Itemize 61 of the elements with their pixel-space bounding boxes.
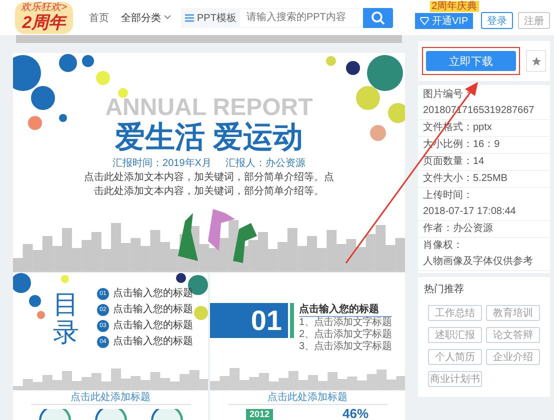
section-number: 01 [210,303,288,338]
section-title: 点击输入您的标题 [299,303,392,317]
download-button[interactable]: 立即下载 [426,51,516,71]
percent-value: 46% [342,407,369,420]
star-icon [530,56,542,66]
tag-button[interactable]: 商业计划书 [428,371,482,387]
info-label: 作者： [423,222,453,236]
menu-icon [185,14,194,22]
ring-chart-drawing [150,409,184,420]
info-label: 上传时间： [423,188,473,203]
section-item: 1、点击添加文字标题 [299,317,392,328]
tag-button[interactable]: 教育培训 [486,305,540,321]
diamond-icon [420,16,429,24]
search-icon [371,10,385,24]
section-title: 热门推荐 [424,283,465,297]
report-meta: 汇报时间：2019年X月 [112,157,212,171]
year-tag: 2012 [246,408,272,420]
info-value: pptx [473,121,492,135]
section-item: 2、点击添加文字标题 [299,329,392,340]
search-field[interactable]: 请输入搜索的PPT内容 [240,8,363,26]
info-label: 页面数量： [423,155,473,169]
nav-link[interactable]: 首页 [89,10,109,24]
login-button[interactable]: 登录 [481,12,514,29]
info-value: 人物画像及字体仅供参考 [423,254,533,269]
contents-item: 点击输入您的标题 [113,319,193,333]
info-value: 2018-07-17 17:08:44 [423,205,516,219]
anniversary-badge: 2周年庆典 [430,0,480,12]
contents-item: 点击输入您的标题 [113,303,193,317]
slide-heading: 点击此处添加标题 [30,391,190,405]
logo[interactable]: 欢乐狂欢> 2周年 [15,2,73,34]
tag-button[interactable]: 个人简历 [428,349,482,365]
report-meta: 汇报人：办公资源 [225,157,306,171]
register-button[interactable]: 注册 [518,12,550,29]
logo-tagline: 欢乐狂欢> [21,2,67,12]
ring-chart-drawing [94,409,128,420]
contents-item: 点击输入您的标题 [113,287,193,301]
info-label: 肖像权： [423,238,463,253]
accent-bar [290,303,294,338]
category-dropdown[interactable]: 全部分类 [121,10,171,24]
tag-button[interactable]: 企业介绍 [486,349,540,365]
chevron-icon [164,15,171,20]
ring-chart-drawing [38,409,72,420]
info-value: 5.25MB [473,172,508,186]
info-value: 16：9 [473,138,500,152]
contents-item: 点击输入您的标题 [113,335,193,349]
logo-text: 2周年 [22,12,66,32]
vip-button[interactable]: 开通VIP [415,12,474,28]
search-button[interactable] [363,8,393,28]
info-value: 办公资源 [453,222,493,236]
slide-heading: 点击此处添加标题 [228,391,388,405]
tag-button[interactable]: 论文答辩 [486,327,540,343]
section-item: 3、点击添加文字标题 [299,341,392,353]
tag-button[interactable]: 述职汇报 [428,327,482,343]
slide-title: 爱生活 爱运动 [114,121,304,155]
tag-button[interactable]: 工作总结 [428,305,482,321]
info-value: 14 [473,155,484,169]
slide-body-text: 点击此处添加文本内容，加关键词，部分简单介绍等。点击此处添加文本内容，加关键词，部分简单介绍等。 [84,171,334,199]
contents-title: 目录 [53,290,79,346]
search-category-dropdown[interactable]: PPT模板 [181,8,240,28]
favorite-button[interactable] [526,50,546,72]
info-label: 文件大小： [423,172,473,186]
